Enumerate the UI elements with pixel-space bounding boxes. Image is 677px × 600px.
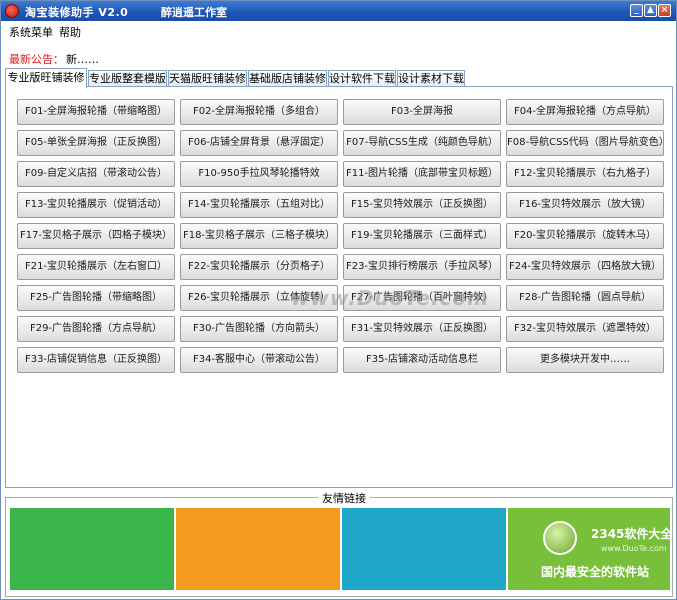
module-button[interactable]: F34-客服中心（带滚动公告） [180,347,338,373]
module-button[interactable]: F08-导航CSS代码（图片导航变色） [506,130,664,156]
menu-bar: 系统菜单 帮助 [1,21,676,40]
module-button[interactable]: F12-宝贝轮播展示（右九格子） [506,161,664,187]
module-button[interactable]: F13-宝贝轮播展示（促销活动） [17,192,175,218]
announcement-text[interactable]: 新…… [66,53,99,66]
module-button[interactable]: F04-全屏海报轮播（方点导航） [506,99,664,125]
mascot-icon [543,521,577,555]
menu-system[interactable]: 系统菜单 [9,24,53,40]
tab-tmall-decoration[interactable]: 天猫版旺铺装修 [168,70,247,87]
module-button[interactable]: F32-宝贝特效展示（遮罩特效） [506,316,664,342]
module-button[interactable]: F07-导航CSS生成（纯颜色导航） [343,130,501,156]
module-button[interactable]: F23-宝贝排行榜展示（手拉风琴） [343,254,501,280]
module-button[interactable]: F24-宝贝特效展示（四格放大镜） [506,254,664,280]
tab-pro-template-set[interactable]: 专业版整套模版 [88,70,167,87]
module-button[interactable]: F10-950手拉风琴轮播特效 [180,161,338,187]
tab-design-software[interactable]: 设计软件下载 [328,70,396,87]
friend-link-tile[interactable] [10,508,174,590]
logo-site-watermark: www.DuoTe.com [601,544,667,553]
studio-name: 醉逍遥工作室 [161,6,227,19]
announcement-label: 最新公告： [9,53,64,66]
module-button[interactable]: F31-宝贝特效展示（正反换图） [343,316,501,342]
module-button[interactable]: F18-宝贝格子展示（三格子模块） [180,223,338,249]
module-button[interactable]: F11-图片轮播（底部带宝贝标题） [343,161,501,187]
title-bar[interactable]: 淘宝装修助手 V2.0 醉逍遥工作室 _ ▲ × [1,1,676,21]
menu-help[interactable]: 帮助 [59,24,81,40]
module-button[interactable]: F16-宝贝特效展示（放大镜） [506,192,664,218]
module-button[interactable]: F06-店铺全屏背景（悬浮固定） [180,130,338,156]
close-icon[interactable]: × [658,4,671,17]
logo-watermark: 2345软件大全 [591,527,673,541]
module-button[interactable]: F29-广告图轮播（方点导航） [17,316,175,342]
module-button[interactable]: F33-店铺促销信息（正反换图） [17,347,175,373]
more-modules-button[interactable]: 更多模块开发中…… [506,347,664,373]
app-window: 淘宝装修助手 V2.0 醉逍遥工作室 _ ▲ × 系统菜单 帮助 最新公告： 新…… [0,0,677,600]
module-button[interactable]: F20-宝贝轮播展示（旋转木马） [506,223,664,249]
friend-link-tile[interactable] [176,508,340,590]
announcement: 最新公告： 新…… [9,51,99,67]
module-button[interactable]: F22-宝贝轮播展示（分页格子） [180,254,338,280]
minimize-icon[interactable]: _ [630,4,643,17]
module-button[interactable]: F15-宝贝特效展示（正反换图） [343,192,501,218]
friend-link-tile[interactable] [342,508,506,590]
module-button[interactable]: F14-宝贝轮播展示（五组对比） [180,192,338,218]
site-watermark: www.DuoTe.com [291,286,489,310]
module-button[interactable]: F02-全屏海报轮播（多组合） [180,99,338,125]
tab-pro-shop-decoration[interactable]: 专业版旺铺装修 [5,68,87,88]
module-button[interactable]: F28-广告图轮播（圆点导航） [506,285,664,311]
tab-design-materials[interactable]: 设计素材下载 [397,70,465,87]
module-button[interactable]: F35-店铺滚动活动信息栏 [343,347,501,373]
maximize-icon[interactable]: ▲ [644,4,657,17]
module-button[interactable]: F05-单张全屏海报（正反换图） [17,130,175,156]
module-button[interactable]: F01-全屏海报轮播（带缩略图） [17,99,175,125]
module-button[interactable]: F21-宝贝轮播展示（左右窗口） [17,254,175,280]
module-button[interactable]: F19-宝贝轮播展示（三面样式） [343,223,501,249]
window-title: 淘宝装修助手 V2.0 [25,6,129,19]
module-button[interactable]: F17-宝贝格子展示（四格子模块） [17,223,175,249]
slogan-watermark: 国内最安全的软件站 [541,565,650,579]
tab-bar: 专业版旺铺装修 专业版整套模版 天猫版旺铺装修 基础版店铺装修 设计软件下载 设… [5,68,673,88]
friend-links-title: 友情链接 [318,490,370,506]
module-button[interactable]: F09-自定义店招（带滚动公告） [17,161,175,187]
module-button[interactable]: F30-广告图轮播（方向箭头） [180,316,338,342]
module-button[interactable]: F03-全屏海报 [343,99,501,125]
module-button[interactable]: F25-广告图轮播（带缩略图） [17,285,175,311]
tab-basic-decoration[interactable]: 基础版店铺装修 [248,70,327,87]
app-logo-icon [5,4,19,18]
